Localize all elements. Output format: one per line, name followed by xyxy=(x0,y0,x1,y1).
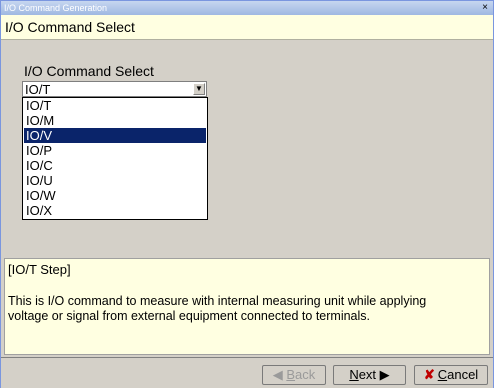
option-io-v[interactable]: IO/V xyxy=(24,128,206,143)
next-button[interactable]: Next ▶ xyxy=(333,365,406,385)
cancel-label: ancel xyxy=(447,367,479,382)
close-icon[interactable]: × xyxy=(480,2,490,13)
next-label: ext xyxy=(358,367,377,382)
command-dropdown-list[interactable]: IO/T IO/M IO/V IO/P IO/C IO/U IO/W IO/X xyxy=(22,97,208,220)
description-panel: [IO/T Step] This is I/O command to measu… xyxy=(4,258,490,355)
option-io-x[interactable]: IO/X xyxy=(24,203,206,218)
footer-bar: ◀ Back Next ▶ ✘ Cancel xyxy=(1,357,493,388)
cancel-button[interactable]: ✘ Cancel xyxy=(414,365,488,385)
back-label-accel: B xyxy=(286,367,296,382)
next-label-accel: N xyxy=(349,367,359,382)
option-io-t[interactable]: IO/T xyxy=(24,98,206,113)
next-arrow-icon: ▶ xyxy=(379,367,390,382)
page-title: I/O Command Select xyxy=(5,19,135,35)
command-select-combobox[interactable]: IO/T ▼ xyxy=(22,81,207,97)
command-select-value: IO/T xyxy=(25,82,51,97)
main-panel: I/O Command Select IO/T ▼ IO/T IO/M IO/V… xyxy=(1,40,493,252)
command-select-label: I/O Command Select xyxy=(24,63,154,79)
header-banner: I/O Command Select xyxy=(1,15,493,40)
option-io-u[interactable]: IO/U xyxy=(24,173,206,188)
option-io-w[interactable]: IO/W xyxy=(24,188,206,203)
cancel-label-accel: C xyxy=(437,367,448,382)
window-title: I/O Command Generation xyxy=(4,3,108,13)
description-line-1: This is I/O command to measure with inte… xyxy=(8,294,427,308)
back-label: ack xyxy=(295,367,316,382)
chevron-down-icon[interactable]: ▼ xyxy=(193,83,205,95)
description-line-2: voltage or signal from external equipmen… xyxy=(8,309,370,323)
option-io-p[interactable]: IO/P xyxy=(24,143,206,158)
option-io-m[interactable]: IO/M xyxy=(24,113,206,128)
title-bar: I/O Command Generation × xyxy=(1,1,493,15)
back-arrow-icon: ◀ xyxy=(272,367,283,382)
description-title: [IO/T Step] xyxy=(8,262,71,277)
back-button[interactable]: ◀ Back xyxy=(262,365,326,385)
command-generation-window: I/O Command Generation × I/O Command Sel… xyxy=(0,0,494,388)
cancel-x-icon: ✘ xyxy=(423,367,435,382)
option-io-c[interactable]: IO/C xyxy=(24,158,206,173)
